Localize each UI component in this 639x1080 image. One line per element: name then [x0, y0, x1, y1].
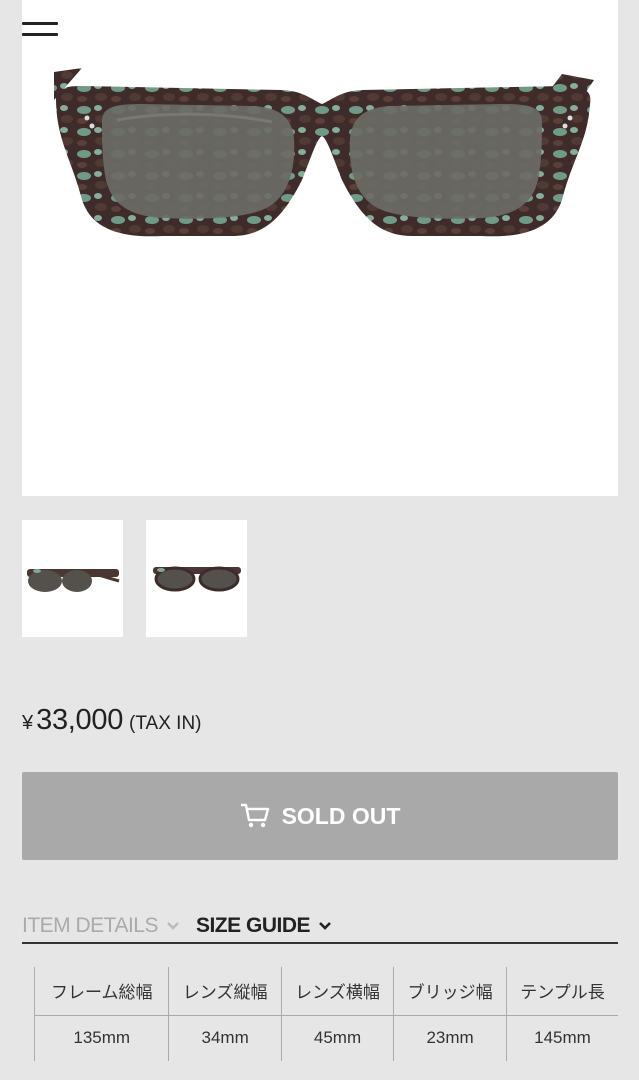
tab-item-details[interactable]: ITEM DETAILS: [22, 914, 180, 938]
tab-label: SIZE GUIDE: [195, 914, 311, 937]
tax-note: (TAX IN): [129, 713, 202, 734]
sold-out-button[interactable]: SOLD OUT: [22, 772, 618, 860]
tab-size-guide[interactable]: SIZE GUIDE: [196, 914, 332, 938]
menu-line: [22, 22, 58, 25]
value-frame-width: 135mm: [33, 1015, 169, 1061]
table-row: 135mm 34mm 45mm 23mm 145mm: [33, 1015, 618, 1061]
sunglasses-thumbnail-icon: [152, 566, 241, 591]
sunglasses-thumbnail-icon: [26, 568, 119, 592]
chevron-down-icon: [167, 922, 179, 930]
product-main-image: [22, 0, 618, 496]
value-lens-height: 34mm: [168, 1015, 282, 1061]
header-lens-height: レンズ縦幅: [168, 967, 282, 1016]
value-temple-length: 145mm: [505, 1015, 618, 1061]
header-lens-width: レンズ横幅: [280, 967, 394, 1016]
value-bridge-width: 23mm: [393, 1015, 507, 1061]
product-price: ¥ 33,000 (TAX IN): [22, 704, 202, 737]
table-header-row: フレーム総幅 レンズ縦幅 レンズ横幅 ブリッジ幅 テンプル長: [33, 967, 618, 1016]
sunglasses-illustration: [54, 68, 594, 237]
header-bridge-width: ブリッジ幅: [393, 967, 507, 1016]
thumbnail-gallery: [22, 520, 247, 637]
product-tabs: ITEM DETAILS SIZE GUIDE: [22, 910, 618, 944]
chevron-down-icon: [319, 922, 331, 930]
header-frame-width: フレーム総幅: [33, 967, 169, 1016]
currency-symbol: ¥: [22, 712, 34, 734]
size-guide-table: フレーム総幅 レンズ縦幅 レンズ横幅 ブリッジ幅 テンプル長 135mm 34m…: [33, 967, 618, 1061]
price-amount: 33,000: [36, 704, 124, 736]
thumbnail-front-view[interactable]: [146, 520, 247, 637]
cart-icon: [240, 803, 269, 828]
thumbnail-angle-view[interactable]: [22, 520, 123, 637]
menu-line: [22, 33, 58, 36]
tab-label: ITEM DETAILS: [22, 914, 158, 937]
sold-out-label: SOLD OUT: [281, 802, 401, 829]
header-temple-length: テンプル長: [505, 967, 618, 1016]
value-lens-width: 45mm: [280, 1015, 394, 1061]
hamburger-menu-icon[interactable]: [22, 20, 58, 40]
